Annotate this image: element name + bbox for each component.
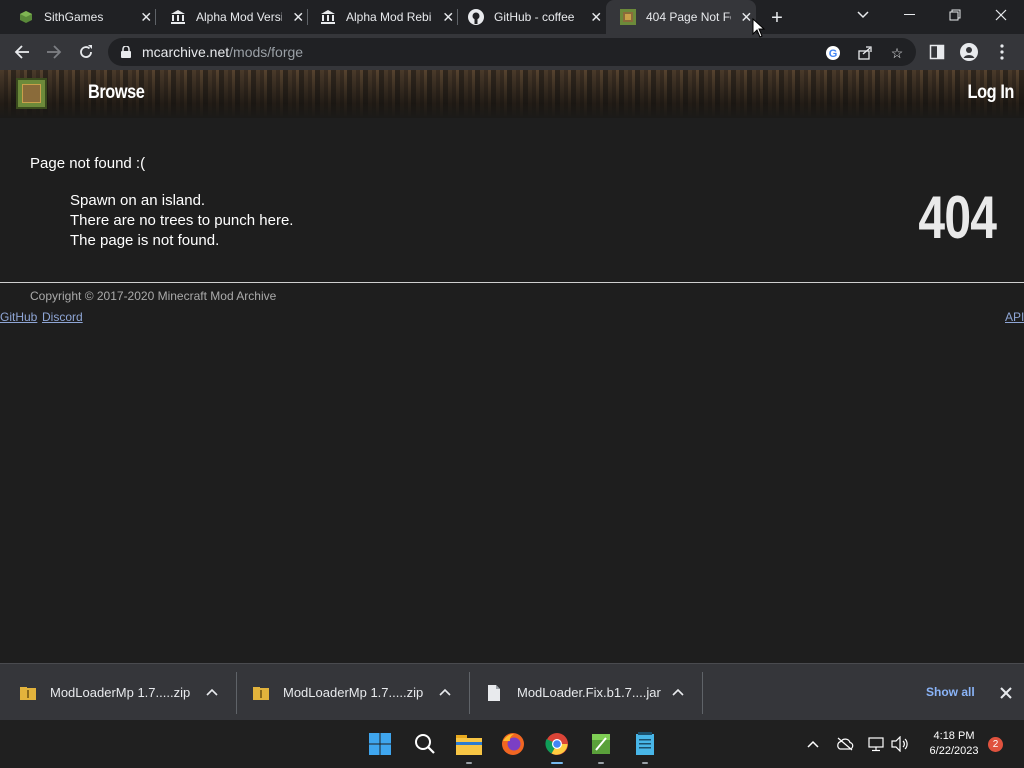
menu-kebab-icon[interactable] (992, 42, 1012, 62)
back-button[interactable] (10, 40, 34, 64)
url-host: mcarchive.net (142, 44, 230, 60)
site-header: Browse Log In (0, 70, 1024, 118)
url-path: /mods/forge (229, 44, 304, 60)
mod-archive-icon (620, 9, 636, 25)
onedrive-offline-icon[interactable] (835, 734, 855, 754)
tab-github[interactable]: GitHub - coffee ✕ (454, 0, 606, 34)
side-panel-icon[interactable] (927, 42, 947, 62)
browser-toolbar: mcarchive.net/mods/forge G ☆ (0, 34, 1024, 70)
zip-icon (20, 685, 36, 701)
close-tab-icon[interactable]: ✕ (136, 7, 156, 27)
poem-line: There are no trees to punch here. (70, 212, 294, 229)
profile-icon[interactable] (959, 42, 979, 62)
firefox-icon[interactable] (499, 730, 527, 758)
download-filename: ModLoader.Fix.b1.7....jar (517, 685, 661, 700)
tab-404-page[interactable]: 404 Page Not Found ✕ (606, 0, 756, 34)
chevron-up-icon[interactable] (670, 684, 686, 700)
tab-title: SithGames (44, 10, 104, 24)
reload-button[interactable] (74, 40, 98, 64)
footer-api-link[interactable]: API (1005, 310, 1024, 324)
error-title: Page not found :( (30, 155, 146, 172)
tab-title: GitHub - coffee (494, 10, 575, 24)
restore-button[interactable] (932, 0, 978, 30)
github-icon (468, 9, 484, 25)
error-code: 404 (918, 184, 996, 251)
minimize-button[interactable] (886, 0, 932, 30)
page-content: Browse Log In Page not found :( Spawn on… (0, 70, 1024, 663)
google-lens-icon[interactable]: G (824, 44, 842, 62)
close-downloads-icon[interactable] (996, 683, 1016, 703)
tab-search-icon[interactable] (840, 0, 886, 30)
tab-title: Alpha Mod Rebirth (346, 10, 432, 24)
tab-alpha-mod-rebirth[interactable]: Alpha Mod Rebirth ✕ (306, 0, 458, 34)
file-icon (487, 684, 503, 701)
close-window-button[interactable] (978, 0, 1024, 30)
footer-github-link[interactable]: GitHub (0, 310, 37, 324)
tab-title: 404 Page Not Found (646, 10, 731, 24)
notepad-icon[interactable] (631, 730, 659, 764)
tray-overflow-chevron-icon[interactable] (803, 734, 823, 754)
footer-discord-link[interactable]: Discord (42, 310, 83, 324)
new-tab-button[interactable]: + (766, 7, 788, 29)
system-clock[interactable]: 4:18 PM 6/22/2023 (922, 729, 986, 759)
error-poem: Spawn on an island. There are no trees t… (70, 191, 293, 251)
share-icon[interactable] (856, 44, 874, 62)
tab-strip: SithGames ✕ Alpha Mod Versions ✕ Alpha M… (0, 0, 1024, 34)
site-logo[interactable] (16, 78, 47, 109)
tab-alpha-mod-versions[interactable]: Alpha Mod Versions ✕ (156, 0, 308, 34)
mouse-cursor-icon (752, 18, 766, 38)
download-item[interactable]: ModLoaderMp 1.7.....zip (253, 664, 469, 721)
close-tab-icon[interactable]: ✕ (586, 7, 606, 27)
forward-button[interactable] (42, 40, 66, 64)
address-bar[interactable]: mcarchive.net/mods/forge G ☆ (108, 38, 916, 66)
download-item[interactable]: ModLoaderMp 1.7.....zip (20, 664, 236, 721)
chrome-icon[interactable] (543, 730, 571, 764)
cube-icon (18, 9, 34, 25)
download-filename: ModLoaderMp 1.7.....zip (283, 685, 424, 700)
downloads-bar: ModLoaderMp 1.7.....zip ModLoaderMp 1.7.… (0, 663, 1024, 720)
bank-icon (170, 9, 186, 25)
chevron-up-icon[interactable] (204, 684, 220, 700)
search-icon[interactable] (411, 730, 439, 758)
poem-line: The page is not found. (70, 232, 220, 249)
download-filename: ModLoaderMp 1.7.....zip (50, 685, 191, 700)
windows-taskbar: 4:18 PM 6/22/2023 2 (0, 720, 1024, 768)
bookmark-star-icon[interactable]: ☆ (888, 44, 906, 62)
divider (0, 282, 1024, 283)
poem-line: Spawn on an island. (70, 192, 206, 209)
download-item[interactable]: ModLoader.Fix.b1.7....jar (487, 664, 703, 721)
tab-title: Alpha Mod Versions (196, 10, 282, 24)
start-windows-icon[interactable] (366, 730, 394, 758)
network-icon[interactable] (866, 734, 886, 754)
notification-badge[interactable]: 2 (988, 737, 1003, 752)
show-all-downloads-link[interactable]: Show all (926, 685, 975, 699)
svg-text:G: G (829, 48, 838, 60)
lock-icon[interactable] (120, 45, 132, 59)
file-explorer-icon[interactable] (455, 730, 483, 764)
chevron-up-icon[interactable] (437, 684, 453, 700)
volume-icon[interactable] (890, 734, 910, 754)
nav-browse-link[interactable]: Browse (88, 82, 145, 104)
clock-date: 6/22/2023 (929, 745, 979, 757)
nav-login-link[interactable]: Log In (968, 82, 1015, 104)
url-text: mcarchive.net/mods/forge (142, 44, 303, 60)
zip-icon (253, 685, 269, 701)
tab-sithgames[interactable]: SithGames ✕ (4, 0, 156, 34)
copyright-text: Copyright © 2017-2020 Minecraft Mod Arch… (30, 289, 277, 303)
minecraft-launcher-icon[interactable] (587, 730, 615, 764)
clock-time: 4:18 PM (933, 730, 975, 742)
bank-icon (320, 9, 336, 25)
